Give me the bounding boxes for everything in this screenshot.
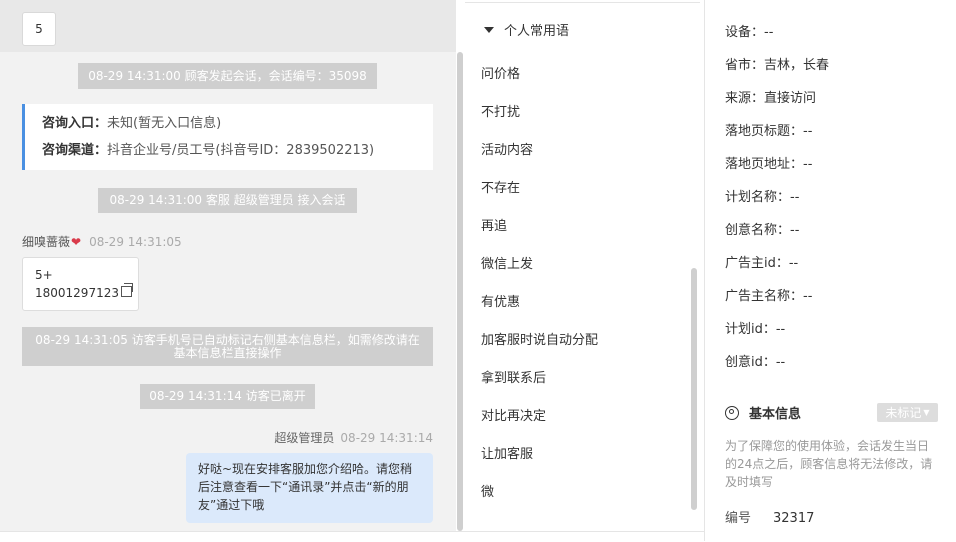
phrase-item[interactable]: 拿到联系后 (481, 367, 546, 386)
phrases-group-header[interactable]: 个人常用语 (484, 20, 569, 39)
edit-hint: 为了保障您的使用体验，会话发生当日的24点之后，顾客信息将无法修改，请及时填写 (725, 439, 933, 489)
visitor-phone: 18001297123 (35, 286, 119, 300)
visitor-header: 细嗅蔷薇 ❤ 08-29 14:31:05 (22, 233, 182, 250)
heart-icon: ❤ (71, 234, 82, 249)
phrase-item[interactable]: 问价格 (481, 63, 520, 82)
basic-info-header: 基本信息 (725, 403, 801, 422)
phrase-item[interactable]: 微信上发 (481, 253, 533, 272)
tag-dropdown-label: 未标记 (885, 406, 922, 420)
id-label: 编号 (725, 511, 752, 526)
entry-label: 咨询入口： (42, 116, 108, 131)
field-creative-name: 创意名称：-- (725, 223, 800, 238)
channel-value: 抖音企业号/员工号(抖音号ID：2839502213) (107, 143, 375, 158)
phrase-item[interactable]: 微 (481, 481, 494, 500)
field-plan-id: 计划id：-- (725, 322, 786, 337)
field-device: 设备：-- (725, 25, 774, 40)
system-message-agent-join: 08-29 14:31:00 客服 超级管理员 接入会话 (98, 188, 357, 213)
visitor-message: 5+ 18001297123 (22, 257, 139, 311)
tag-dropdown-button[interactable]: 未标记 ▼ (877, 403, 938, 422)
system-message-phone-marked: 08-29 14:31:05 访客手机号已自动标记右侧基本信息栏，如需修改请在基… (22, 327, 433, 366)
agent-message: 好哒~现在安排客服加您介绍哈。请您稍后注意查看一下“通讯录”并点击“新的朋友”通… (186, 453, 433, 523)
phrase-item[interactable]: 有优惠 (481, 291, 520, 310)
phrases-scrollbar[interactable] (691, 268, 697, 510)
field-landing-url: 落地页地址：-- (725, 157, 813, 172)
system-message-session-start: 08-29 14:31:00 顾客发起会话，会话编号：35098 (78, 63, 377, 89)
number-box: 5 (22, 12, 56, 46)
channel-label: 咨询渠道： (42, 143, 108, 158)
user-icon (725, 405, 739, 420)
visitor-time: 08-29 14:31:05 (89, 234, 182, 249)
phrases-group-title: 个人常用语 (504, 24, 570, 39)
caret-down-icon (484, 26, 494, 33)
visitor-name: 细嗅蔷薇 (22, 235, 71, 249)
field-creative-id: 创意id：-- (725, 355, 786, 370)
field-plan-name: 计划名称：-- (725, 190, 800, 205)
divider (465, 2, 700, 3)
chat-input-edge (0, 531, 705, 542)
field-advertiser-name: 广告主名称：-- (725, 289, 813, 304)
id-row: 编号 32317 (725, 507, 814, 526)
visitor-info-panel: 设备：-- 省市：吉林，长春 来源：直接访问 落地页标题：-- 落地页地址：--… (705, 0, 956, 541)
field-province-city: 省市：吉林，长春 (725, 58, 830, 73)
caret-down-icon: ▼ (923, 408, 930, 417)
agent-time: 08-29 14:31:14 (340, 431, 433, 445)
phrase-item[interactable]: 对比再决定 (481, 405, 546, 424)
basic-info-title: 基本信息 (749, 407, 802, 422)
field-landing-title: 落地页标题：-- (725, 124, 813, 139)
phrase-item[interactable]: 不打扰 (481, 101, 520, 120)
phrase-item[interactable]: 不存在 (481, 177, 520, 196)
field-source: 来源：直接访问 (725, 91, 817, 106)
system-message-visitor-left: 08-29 14:31:14 访客已离开 (140, 384, 315, 409)
phrase-item[interactable]: 让加客服 (481, 443, 533, 462)
agent-name: 超级管理员 (274, 431, 335, 445)
phrase-item[interactable]: 活动内容 (481, 139, 533, 158)
phrase-item[interactable]: 加客服时说自动分配 (481, 329, 598, 348)
phrase-item[interactable]: 再追 (481, 215, 507, 234)
agent-header: 超级管理员 08-29 14:31:14 (274, 429, 433, 446)
copy-icon[interactable] (120, 283, 133, 297)
chat-top-strip: 5 (0, 0, 456, 52)
consult-info-card: 咨询入口：未知(暂无入口信息) 咨询渠道：抖音企业号/员工号(抖音号ID：283… (22, 104, 433, 170)
chat-area: 5 08-29 14:31:00 顾客发起会话，会话编号：35098 咨询入口：… (0, 0, 456, 531)
visitor-message-line1: 5+ (35, 268, 53, 282)
entry-value: 未知(暂无入口信息) (107, 116, 222, 131)
common-phrases-panel: 个人常用语 问价格 不打扰 活动内容 不存在 再追 微信上发 有优惠 加客服时说… (465, 0, 700, 531)
id-value: 32317 (773, 511, 815, 526)
chat-scrollbar[interactable] (457, 52, 463, 531)
field-advertiser-id: 广告主id：-- (725, 256, 799, 271)
